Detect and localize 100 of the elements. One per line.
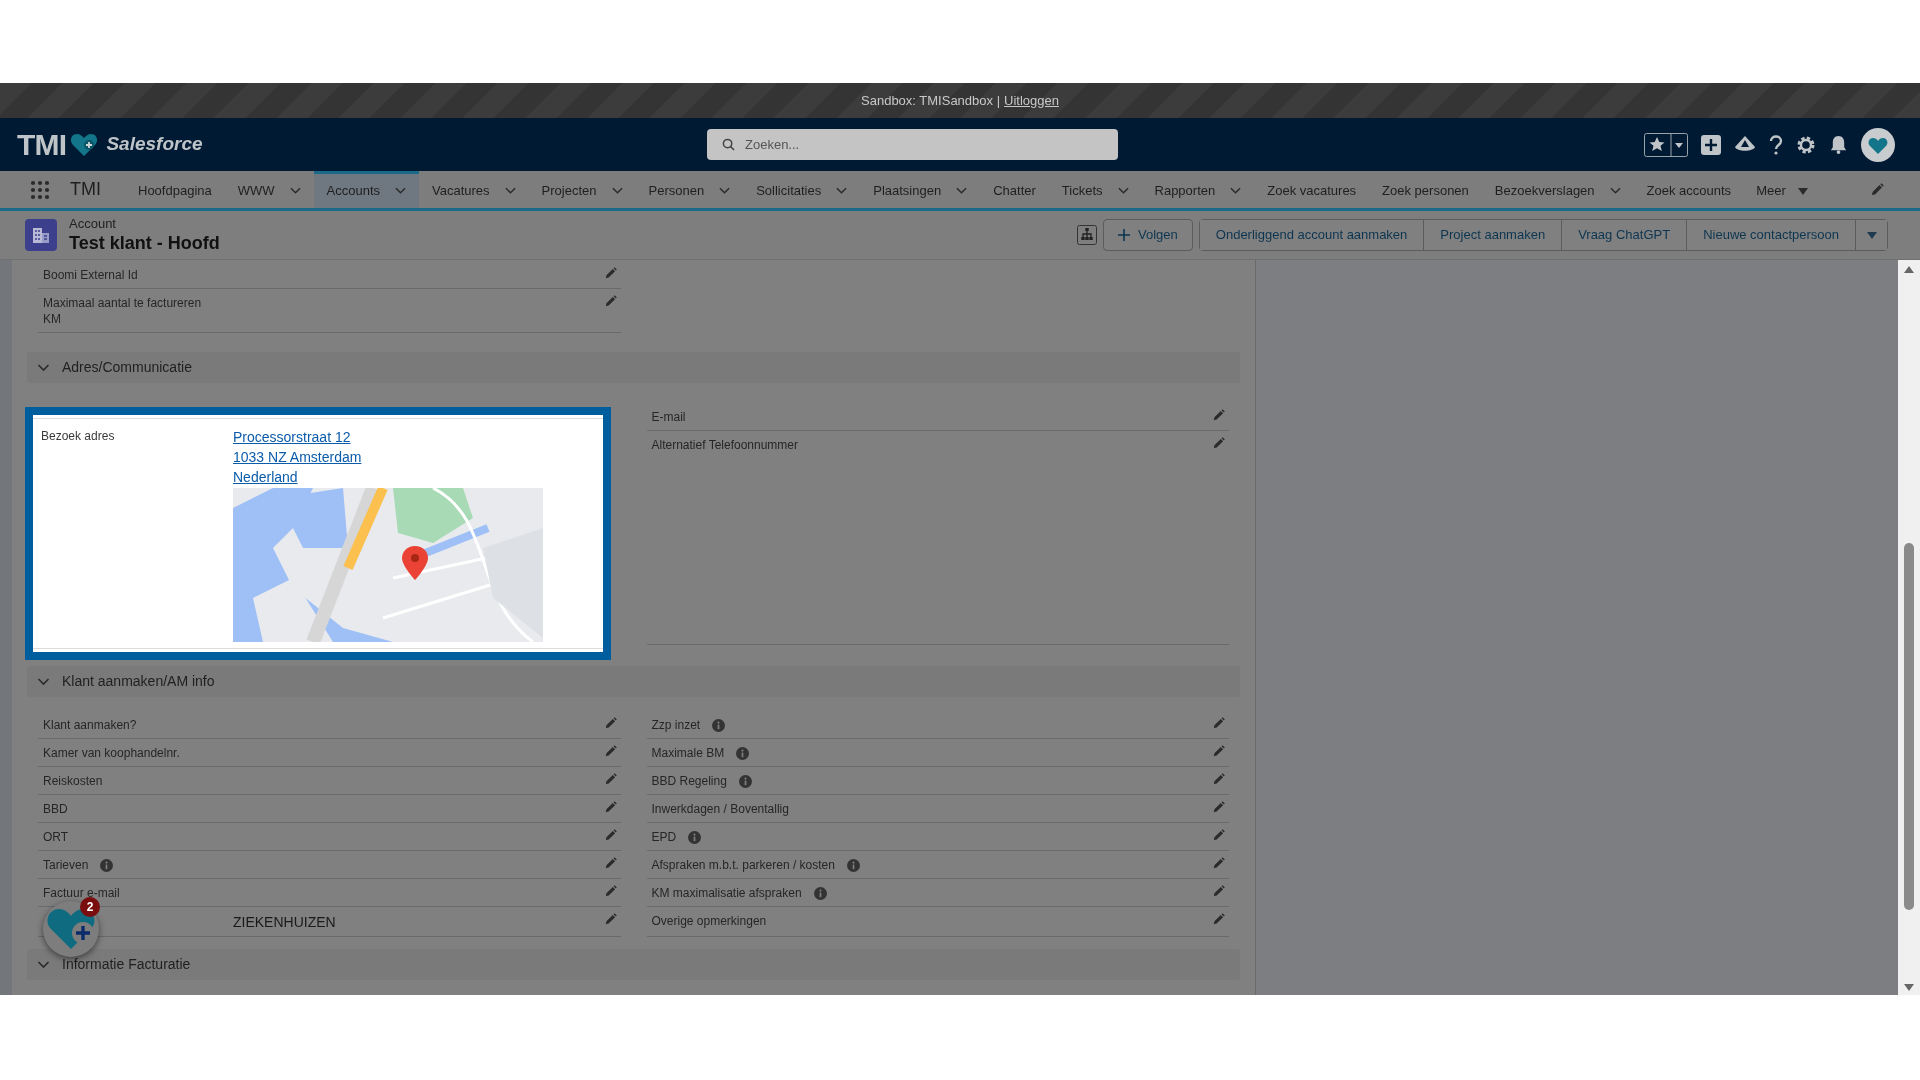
address-link[interactable]: Nederland bbox=[233, 467, 298, 487]
edit-icon[interactable] bbox=[603, 885, 617, 898]
notification-badge: 2 bbox=[80, 897, 100, 917]
edit-icon[interactable] bbox=[603, 717, 617, 730]
scroll-up-icon[interactable] bbox=[1904, 266, 1914, 273]
nav-tab[interactable]: Bezoekverslagen bbox=[1494, 181, 1595, 201]
chevron-down-icon[interactable] bbox=[395, 187, 407, 195]
chevron-down-icon[interactable] bbox=[1609, 187, 1621, 195]
chevron-down-icon[interactable] bbox=[37, 677, 50, 686]
edit-icon[interactable] bbox=[1212, 829, 1225, 842]
edit-icon[interactable] bbox=[603, 801, 617, 814]
edit-icon[interactable] bbox=[1212, 801, 1225, 814]
more-tab[interactable]: Meer bbox=[1756, 181, 1786, 201]
field-label: Bezoek adres bbox=[41, 428, 116, 445]
chevron-down-icon[interactable] bbox=[37, 363, 50, 372]
brand-name: Salesforce bbox=[106, 132, 203, 157]
edit-icon[interactable] bbox=[603, 829, 617, 842]
edit-nav-icon[interactable] bbox=[1870, 182, 1884, 197]
field-label: BBD bbox=[43, 801, 68, 817]
info-icon[interactable] bbox=[738, 775, 752, 788]
chevron-down-icon[interactable] bbox=[836, 187, 848, 195]
edit-icon[interactable] bbox=[1212, 745, 1225, 758]
nav-tab[interactable]: WWW bbox=[237, 181, 275, 201]
edit-icon[interactable] bbox=[603, 745, 617, 758]
address-link[interactable]: Processorstraat 12 bbox=[233, 427, 351, 447]
edit-icon[interactable] bbox=[603, 267, 617, 280]
field-value: ZIEKENHUIZEN bbox=[233, 913, 336, 931]
app-name: TMI bbox=[70, 178, 101, 201]
section-title[interactable]: Klant aanmaken/AM info bbox=[62, 671, 215, 692]
section-title[interactable]: Adres/Communicatie bbox=[62, 357, 192, 378]
edit-icon[interactable] bbox=[1212, 717, 1225, 730]
nav-tab[interactable]: Vacatures bbox=[432, 181, 490, 201]
settings-icon[interactable] bbox=[1796, 134, 1816, 155]
edit-icon[interactable] bbox=[603, 913, 617, 926]
nav-tab[interactable]: Rapporten bbox=[1154, 181, 1216, 201]
chevron-down-icon[interactable] bbox=[1230, 187, 1242, 195]
info-icon[interactable] bbox=[846, 859, 860, 872]
section-title[interactable]: Informatie Facturatie bbox=[62, 954, 191, 975]
logout-link[interactable]: Uitloggen bbox=[1004, 90, 1059, 111]
chevron-down-icon[interactable] bbox=[1117, 187, 1129, 195]
nav-tab[interactable]: Hoofdpagina bbox=[138, 181, 212, 201]
object-type: Account bbox=[69, 215, 117, 232]
field-label: ORT bbox=[43, 829, 69, 845]
nav-tab[interactable]: Chatter bbox=[993, 181, 1036, 201]
follow-button[interactable]: Volgen bbox=[1103, 219, 1193, 251]
edit-icon[interactable] bbox=[1212, 437, 1225, 450]
field-label: EPD bbox=[651, 829, 677, 845]
info-icon[interactable] bbox=[688, 831, 702, 844]
scroll-down-icon[interactable] bbox=[1904, 984, 1914, 991]
field-label: KM maximalisatie afspraken bbox=[651, 885, 802, 901]
caret-down-icon bbox=[1866, 231, 1877, 239]
user-avatar[interactable] bbox=[1861, 127, 1895, 162]
info-icon[interactable] bbox=[736, 747, 750, 760]
hierarchy-icon[interactable] bbox=[1077, 225, 1098, 245]
field-label: Inwerkdagen / Boventallig bbox=[651, 801, 789, 817]
nav-tab[interactable]: Zoek vacatures bbox=[1267, 181, 1357, 201]
edit-icon[interactable] bbox=[603, 295, 617, 308]
nav-tab[interactable]: Projecten bbox=[541, 181, 597, 201]
edit-icon[interactable] bbox=[603, 773, 617, 786]
more-actions-button[interactable] bbox=[1855, 220, 1887, 250]
scrollbar-thumb[interactable] bbox=[1904, 543, 1914, 910]
edit-icon[interactable] bbox=[1212, 409, 1225, 422]
nav-tab[interactable]: Zoek accounts bbox=[1646, 181, 1732, 201]
nav-tab[interactable]: Sollicitaties bbox=[756, 181, 822, 201]
chevron-down-icon[interactable] bbox=[611, 187, 623, 195]
nav-tab[interactable]: Plaatsingen bbox=[873, 181, 942, 201]
edit-icon[interactable] bbox=[1212, 913, 1225, 926]
field-label: Alternatief Telefoonnummer bbox=[651, 437, 799, 453]
info-icon[interactable] bbox=[813, 887, 827, 900]
chevron-down-icon[interactable] bbox=[37, 960, 50, 969]
caret-down-icon[interactable] bbox=[1797, 187, 1808, 195]
app-launcher-icon[interactable] bbox=[30, 179, 50, 200]
record-title: Test klant - Hoofd bbox=[69, 231, 220, 255]
address-link[interactable]: 1033 NZ Amsterdam bbox=[233, 447, 362, 467]
edit-icon[interactable] bbox=[603, 857, 617, 870]
edit-icon[interactable] bbox=[1212, 857, 1225, 870]
field-label: BBD Regeling bbox=[651, 773, 727, 789]
info-icon[interactable] bbox=[100, 859, 114, 872]
field-label: Boomi External Id bbox=[43, 267, 138, 283]
chevron-down-icon[interactable] bbox=[504, 187, 516, 195]
help-icon[interactable] bbox=[1769, 134, 1783, 155]
edit-icon[interactable] bbox=[1212, 773, 1225, 786]
scrollbar[interactable] bbox=[1898, 260, 1920, 995]
field-label: Klant aanmaken? bbox=[43, 717, 137, 733]
chevron-down-icon[interactable] bbox=[289, 187, 301, 195]
field-label: Maximale BM bbox=[651, 745, 725, 761]
field-label: Afspraken m.b.t. parkeren / kosten bbox=[651, 857, 835, 873]
notifications-icon[interactable] bbox=[1829, 135, 1848, 154]
nav-tab[interactable]: Zoek personen bbox=[1382, 181, 1469, 201]
account-icon bbox=[25, 219, 57, 251]
info-icon[interactable] bbox=[712, 719, 726, 732]
nav-tab[interactable]: Personen bbox=[648, 181, 705, 201]
add-icon[interactable] bbox=[1701, 134, 1721, 155]
chevron-down-icon[interactable] bbox=[719, 187, 731, 195]
edit-icon[interactable] bbox=[1212, 885, 1225, 898]
logo-text: TMI bbox=[17, 129, 67, 160]
chevron-down-icon[interactable] bbox=[956, 187, 968, 195]
plus-icon bbox=[1118, 229, 1131, 241]
search-field[interactable]: Zoeken... bbox=[707, 129, 1118, 160]
nav-tab[interactable]: Tickets bbox=[1061, 181, 1103, 201]
